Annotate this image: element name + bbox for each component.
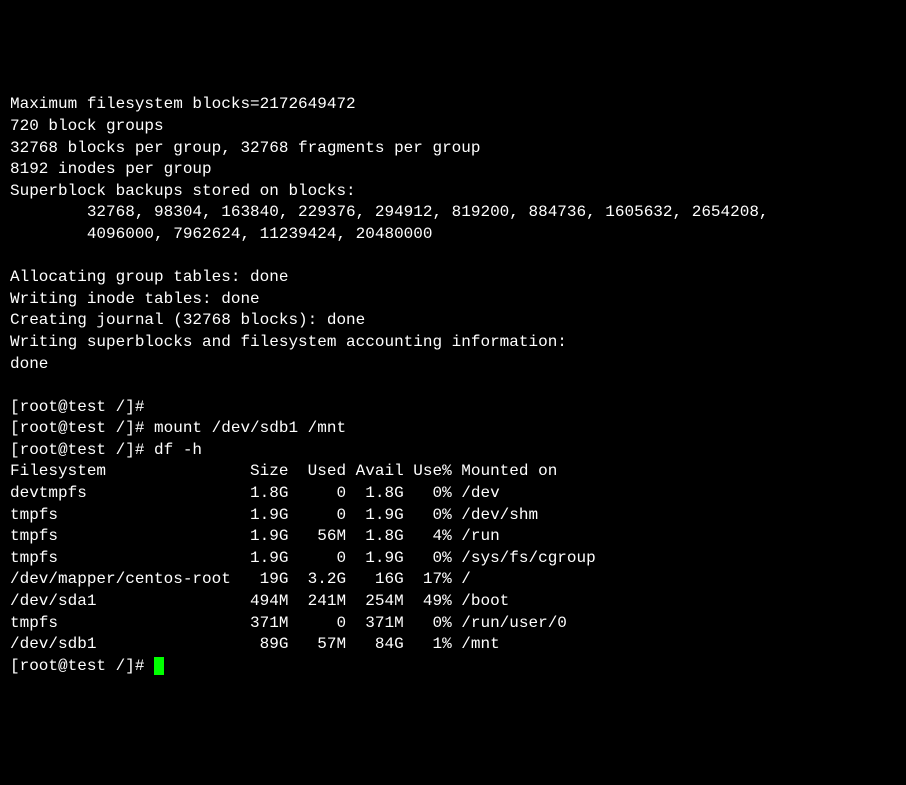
output-line: Allocating group tables: done	[10, 268, 288, 286]
df-row: tmpfs 1.9G 0 1.9G 0% /dev/shm	[10, 506, 538, 524]
output-line: 32768, 98304, 163840, 229376, 294912, 81…	[10, 203, 769, 221]
output-line: 720 block groups	[10, 117, 164, 135]
output-line: Maximum filesystem blocks=2172649472	[10, 95, 356, 113]
terminal-output[interactable]: Maximum filesystem blocks=2172649472 720…	[10, 94, 896, 677]
df-row: tmpfs 1.9G 56M 1.8G 4% /run	[10, 527, 500, 545]
output-line: Writing superblocks and filesystem accou…	[10, 333, 567, 351]
shell-prompt-command: [root@test /]# df -h	[10, 441, 202, 459]
df-header: Filesystem Size Used Avail Use% Mounted …	[10, 462, 557, 480]
output-line: 32768 blocks per group, 32768 fragments …	[10, 139, 480, 157]
output-line: done	[10, 355, 48, 373]
output-line: Superblock backups stored on blocks:	[10, 182, 356, 200]
df-row: tmpfs 371M 0 371M 0% /run/user/0	[10, 614, 567, 632]
df-row: tmpfs 1.9G 0 1.9G 0% /sys/fs/cgroup	[10, 549, 596, 567]
output-line: 8192 inodes per group	[10, 160, 212, 178]
cursor-icon	[154, 657, 164, 675]
shell-prompt-command: [root@test /]# mount /dev/sdb1 /mnt	[10, 419, 346, 437]
output-line: 4096000, 7962624, 11239424, 20480000	[10, 225, 432, 243]
df-row: /dev/mapper/centos-root 19G 3.2G 16G 17%…	[10, 570, 471, 588]
output-line: Writing inode tables: done	[10, 290, 260, 308]
df-row: /dev/sdb1 89G 57M 84G 1% /mnt	[10, 635, 500, 653]
df-row: devtmpfs 1.8G 0 1.8G 0% /dev	[10, 484, 500, 502]
shell-prompt: [root@test /]#	[10, 398, 144, 416]
output-line: Creating journal (32768 blocks): done	[10, 311, 365, 329]
shell-prompt-active[interactable]: [root@test /]#	[10, 657, 154, 675]
df-row: /dev/sda1 494M 241M 254M 49% /boot	[10, 592, 509, 610]
